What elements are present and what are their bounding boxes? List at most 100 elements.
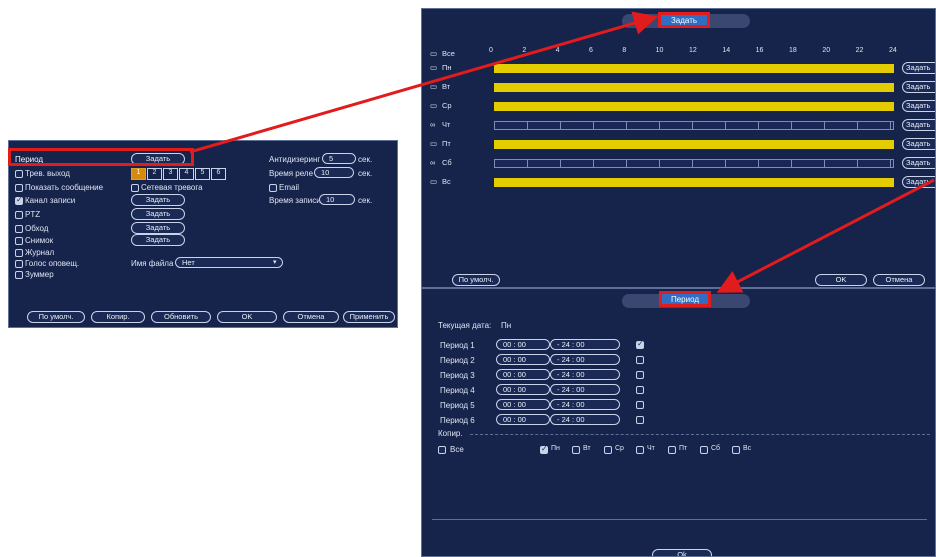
snapshot-checkbox[interactable] — [15, 237, 23, 245]
day-set-button[interactable]: Задать — [902, 157, 935, 169]
period-ok-button[interactable]: Ok — [652, 549, 712, 556]
period-start-input[interactable]: 00 : 00 — [496, 354, 550, 365]
day-toggle-icon[interactable]: ▭ — [430, 139, 437, 148]
period-start-input[interactable]: 00 : 00 — [496, 399, 550, 410]
period-enable-checkbox[interactable] — [636, 386, 644, 394]
alarm-out-checkbox[interactable] — [15, 170, 23, 178]
copy-divider — [470, 434, 930, 435]
day-label: Вс — [442, 177, 451, 186]
tour-set-button[interactable]: Задать — [131, 222, 185, 234]
day-label: Чт — [442, 120, 451, 129]
day-toggle-icon[interactable]: ▭ — [430, 63, 437, 72]
filename-select[interactable]: Нет — [175, 257, 283, 268]
cancel-button[interactable]: Отмена — [283, 311, 339, 323]
ok-button[interactable]: OK — [217, 311, 277, 323]
period-enable-checkbox[interactable] — [636, 416, 644, 424]
show-message-checkbox[interactable] — [15, 184, 23, 192]
period-start-input[interactable]: 00 : 00 — [496, 384, 550, 395]
day-toggle-icon[interactable]: ▭ — [430, 82, 437, 91]
hour-tick: 14 — [722, 47, 731, 54]
record-channel-checkbox[interactable] — [15, 195, 23, 205]
day-schedule-bar[interactable] — [494, 121, 894, 130]
ptz-label: PTZ — [25, 210, 41, 219]
copy-day-checkbox[interactable] — [604, 446, 612, 454]
schedule-ok-button[interactable]: OK — [815, 274, 867, 286]
copy-day-checkbox[interactable] — [700, 446, 708, 454]
day-toggle-icon[interactable]: ▭ — [430, 101, 437, 110]
period-end-input[interactable]: - 24 : 00 — [550, 399, 620, 410]
day-link-icon[interactable]: ∞ — [430, 158, 435, 167]
period-enable-checkbox[interactable] — [636, 401, 644, 409]
period-start-input[interactable]: 00 : 00 — [496, 369, 550, 380]
period-enable-checkbox[interactable] — [636, 339, 644, 349]
copy-day-checkbox[interactable] — [540, 444, 548, 454]
period-end-input[interactable]: - 24 : 00 — [550, 384, 620, 395]
day-link-icon[interactable]: ∞ — [430, 120, 435, 129]
period-end-input[interactable]: - 24 : 00 — [550, 369, 620, 380]
default-button[interactable]: По умолч. — [27, 311, 85, 323]
schedule-cancel-button[interactable]: Отмена — [873, 274, 925, 286]
day-set-button[interactable]: Задать — [902, 100, 935, 112]
day-set-button[interactable]: Задать — [902, 62, 935, 74]
record-time-input[interactable]: 10 — [319, 194, 355, 205]
day-set-button[interactable]: Задать — [902, 176, 935, 188]
tour-checkbox[interactable] — [15, 225, 23, 233]
journal-checkbox[interactable] — [15, 249, 23, 257]
hour-tick: 20 — [822, 47, 831, 54]
alarm-channel-1[interactable]: 1 — [131, 168, 146, 180]
apply-button[interactable]: Применить — [343, 311, 395, 323]
snapshot-set-button[interactable]: Задать — [131, 234, 185, 246]
day-toggle-icon[interactable]: ▭ — [430, 177, 437, 186]
buzzer-checkbox[interactable] — [15, 271, 23, 279]
copy-button[interactable]: Копир. — [91, 311, 145, 323]
copy-day-checkbox[interactable] — [572, 446, 580, 454]
relay-time-label: Время реле — [269, 169, 314, 178]
alarm-channel-3[interactable]: 3 — [163, 168, 178, 180]
period-end-input[interactable]: - 24 : 00 — [550, 414, 620, 425]
hour-tick: 18 — [789, 47, 797, 54]
period-enable-checkbox[interactable] — [636, 356, 644, 364]
day-set-button[interactable]: Задать — [902, 138, 935, 150]
period-label: Период 2 — [440, 356, 475, 365]
voice-checkbox[interactable] — [15, 260, 23, 268]
day-schedule-bar[interactable] — [494, 159, 894, 168]
copy-day-checkbox[interactable] — [732, 446, 740, 454]
period-enable-checkbox[interactable] — [636, 371, 644, 379]
day-set-button[interactable]: Задать — [902, 119, 935, 131]
ptz-set-button[interactable]: Задать — [131, 208, 185, 220]
antidither-input[interactable]: 5 — [322, 153, 356, 164]
ptz-checkbox[interactable] — [15, 211, 23, 219]
period-panel: Период Текущая дата: Пн Период 1 00 : 00-… — [421, 288, 936, 557]
period-end-input[interactable]: - 24 : 00 — [550, 339, 620, 350]
email-checkbox[interactable] — [269, 184, 277, 192]
day-label: Ср — [442, 101, 452, 110]
schedule-default-button[interactable]: По умолч. — [452, 274, 500, 286]
buzzer-label: Зуммер — [25, 270, 54, 279]
day-schedule-bar[interactable] — [494, 102, 894, 111]
day-label: Пт — [442, 139, 451, 148]
period-end-input[interactable]: - 24 : 00 — [550, 354, 620, 365]
day-schedule-bar[interactable] — [494, 178, 894, 187]
copy-day-checkbox[interactable] — [668, 446, 676, 454]
alarm-channel-5[interactable]: 5 — [195, 168, 210, 180]
show-message-label: Показать сообщение — [25, 183, 104, 192]
hour-tick: 16 — [755, 47, 764, 54]
alarm-channel-4[interactable]: 4 — [179, 168, 194, 180]
period-start-input[interactable]: 00 : 00 — [496, 339, 550, 350]
network-alarm-checkbox[interactable] — [131, 184, 139, 192]
alarm-channel-6[interactable]: 6 — [211, 168, 226, 180]
copy-all-checkbox[interactable] — [438, 446, 446, 454]
record-channel-set-button[interactable]: Задать — [131, 194, 185, 206]
period-start-input[interactable]: 00 : 00 — [496, 414, 550, 425]
copy-day-checkbox[interactable] — [636, 446, 644, 454]
day-set-button[interactable]: Задать — [902, 81, 935, 93]
refresh-button[interactable]: Обновить — [151, 311, 211, 323]
period-label: Период 3 — [440, 371, 475, 380]
day-schedule-bar[interactable] — [494, 140, 894, 149]
hour-tick: 8 — [622, 47, 627, 54]
alarm-channel-2[interactable]: 2 — [147, 168, 162, 180]
relay-time-input[interactable]: 10 — [314, 167, 354, 178]
day-schedule-bar[interactable] — [494, 83, 894, 92]
toggle-all-icon[interactable]: ▭ — [430, 49, 437, 58]
day-schedule-bar[interactable] — [494, 64, 894, 73]
